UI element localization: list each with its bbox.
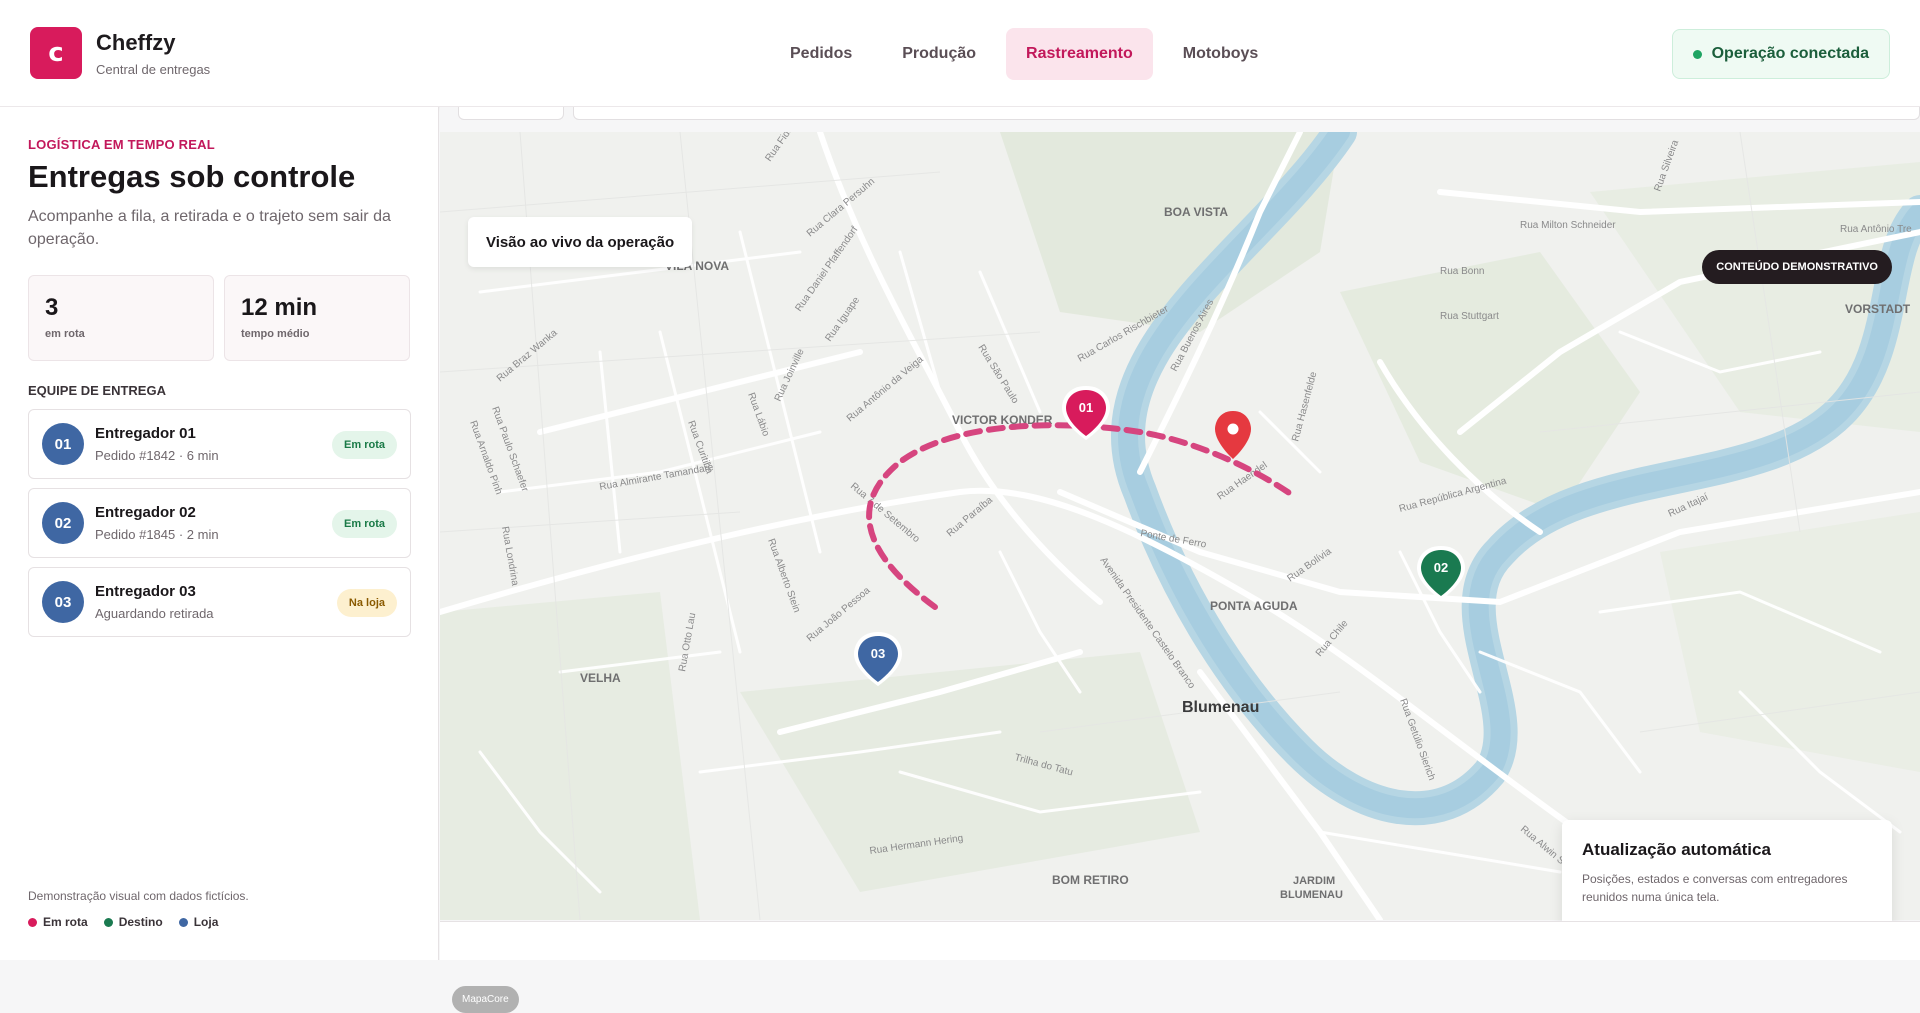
auto-update-card: Atualização automática Posições, estados… (1562, 820, 1892, 930)
place-vorstadt: VORSTADT (1845, 302, 1911, 316)
brand-text: Cheffzy Central de entregas (96, 30, 210, 77)
courier-avatar: 03 (42, 581, 84, 623)
legend-item-em-rota: Em rota (28, 915, 88, 929)
stat-label: tempo médio (241, 328, 310, 340)
team-list: 01 Entregador 01 Pedido #1842 · 6 min Em… (28, 409, 411, 637)
map-legend: Em rota Destino Loja (28, 915, 218, 929)
legend-label: Loja (193, 915, 219, 929)
toolbar-tab[interactable] (458, 107, 564, 120)
courier-name: Entregador 02 (95, 504, 196, 521)
status-badge: Em rota (332, 510, 397, 538)
legend-item-loja: Loja (178, 915, 219, 929)
place-ponta-aguda: PONTA AGUDA (1210, 599, 1298, 613)
team-card-02[interactable]: 02 Entregador 02 Pedido #1845 · 2 min Em… (28, 488, 411, 558)
place-jardim-blumenau: BLUMENAU (1280, 889, 1343, 901)
map-footer (440, 921, 1920, 960)
map-toolbar (458, 107, 1920, 121)
map-title: Visão ao vivo da operação (468, 217, 693, 267)
demo-badge: CONTEÚDO DEMONSTRATIVO (1702, 250, 1892, 284)
brand-name: Cheffzy (96, 29, 176, 55)
legend-item-destino: Destino (103, 915, 163, 929)
legend-dot-icon (103, 917, 113, 927)
sidebar-description: Acompanhe a fila, a retirada e o trajeto… (28, 208, 391, 248)
top-header: c Cheffzy Central de entregas Pedidos Pr… (0, 0, 1920, 107)
auto-update-title: Atualização automática (1582, 840, 1771, 859)
map-panel: BOA VISTA VILA NOVA VORSTADT VICTOR KOND… (440, 107, 1920, 1013)
courier-detail: Aguardando retirada (95, 606, 214, 621)
courier-avatar: 01 (42, 423, 84, 465)
place-blumenau: Blumenau (1182, 699, 1259, 716)
legend-dot-icon (28, 917, 37, 927)
stat-label: em rota (45, 328, 85, 340)
team-info: Entregador 01 Pedido #1842 · 6 min (95, 425, 219, 463)
demo-footnote: Demonstração visual com dados fictícios. (28, 889, 249, 903)
place-jardim: JARDIM (1293, 875, 1335, 887)
stat-value: 12 min (241, 294, 318, 321)
courier-detail: Pedido #1842 · 6 min (95, 448, 219, 463)
team-info: Entregador 03 Aguardando retirada (95, 583, 214, 621)
main-nav: Pedidos Produção Rastreamento Motoboys (770, 28, 1278, 80)
connection-status-label: Operação conectada (1711, 45, 1869, 62)
nav-motoboys[interactable]: Motoboys (1163, 28, 1279, 80)
team-card-01[interactable]: 01 Entregador 01 Pedido #1842 · 6 min Em… (28, 409, 411, 479)
marker-label: 02 (1434, 560, 1448, 575)
courier-avatar: 02 (42, 502, 84, 544)
team-card-03[interactable]: 03 Entregador 03 Aguardando retirada Na … (28, 567, 411, 637)
stats-row: 3 em rota 12 min tempo médio (28, 275, 410, 361)
team-info: Entregador 02 Pedido #1845 · 2 min (95, 504, 219, 542)
stat-card-em-rota: 3 em rota (28, 275, 214, 361)
place-bom-retiro: BOM RETIRO (1052, 873, 1129, 887)
marker-label: 01 (1079, 400, 1093, 415)
stat-value: 3 (45, 294, 59, 321)
street-label: Rua Stuttgart (1440, 311, 1499, 322)
nav-rastreamento[interactable]: Rastreamento (1006, 28, 1153, 80)
legend-label: Em rota (43, 915, 88, 929)
courier-detail: Pedido #1845 · 2 min (95, 527, 219, 542)
courier-name: Entregador 01 (95, 425, 196, 442)
street-label: Rua Antônio Tre (1840, 224, 1912, 235)
brand-subtitle: Central de entregas (96, 61, 211, 77)
courier-name: Entregador 03 (95, 583, 196, 600)
sidebar-title: Entregas sob controle (28, 159, 356, 194)
sidebar: LOGÍSTICA EM TEMPO REAL Entregas sob con… (0, 107, 439, 960)
nav-producao[interactable]: Produção (882, 28, 996, 80)
map-attribution[interactable]: MapaCore (452, 986, 519, 1013)
brand[interactable]: c Cheffzy Central de entregas (30, 27, 210, 79)
legend-dot-icon (178, 917, 188, 927)
street-label: Rua Bonn (1440, 266, 1484, 277)
status-badge: Em rota (332, 431, 397, 459)
status-badge: Na loja (336, 589, 397, 617)
place-boa-vista: BOA VISTA (1164, 205, 1228, 219)
toolbar-bar (573, 107, 1920, 120)
auto-update-description: Posições, estados e conversas com entreg… (1582, 872, 1848, 904)
sidebar-eyebrow: LOGÍSTICA EM TEMPO REAL (28, 137, 215, 152)
place-velha: VELHA (580, 671, 621, 685)
team-section-label: EQUIPE DE ENTREGA (28, 383, 166, 398)
legend-label: Destino (118, 915, 163, 929)
stat-card-tempo-medio: 12 min tempo médio (224, 275, 410, 361)
connection-status: Operação conectada (1671, 29, 1890, 79)
status-dot-icon (1692, 49, 1702, 59)
marker-label: 03 (871, 646, 885, 661)
street-label: Rua Milton Schneider (1520, 220, 1616, 231)
brand-logo: c (30, 27, 82, 79)
nav-pedidos[interactable]: Pedidos (770, 28, 872, 80)
